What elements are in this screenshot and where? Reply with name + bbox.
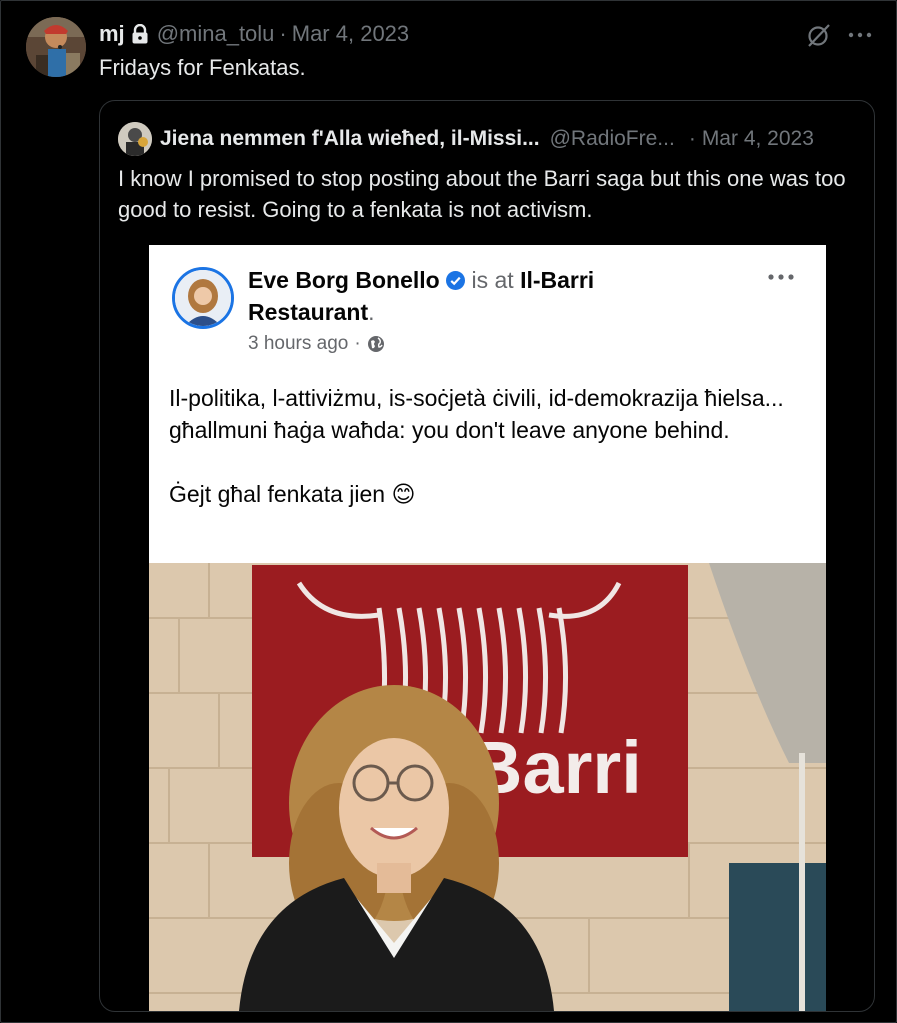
smiling-emoji: 😊 [391, 481, 416, 507]
fb-post-paragraph-1: Il-politika, l-attiviżmu, is-soċjetà ċiv… [169, 385, 784, 443]
quoted-date[interactable]: Mar 4, 2023 [702, 127, 814, 151]
fb-post-meta: 3 hours ago · [248, 333, 385, 355]
quoted-author-handle[interactable]: @RadioFre... [550, 127, 675, 151]
quoted-text: I know I promised to stop posting about … [118, 166, 846, 222]
facebook-post-screenshot: Eve Borg Bonello is at Il-Barri Restaura… [149, 245, 826, 563]
tweet-header: mj @mina_tolu · Mar 4, 2023 [99, 18, 409, 50]
fb-time: 3 hours ago [248, 333, 349, 354]
verified-icon [446, 267, 466, 297]
lock-icon [131, 24, 149, 44]
header-separator: · [279, 21, 287, 46]
grok-icon[interactable] [806, 22, 832, 48]
fb-post-paragraph-2: Ġejt għal fenkata jien 😊 [169, 478, 809, 510]
author-name[interactable]: mj [99, 21, 125, 47]
fb-more-icon [765, 269, 797, 285]
fb-post-line: Ġejt għal fenkata jien [169, 481, 386, 507]
fb-author-avatar [172, 267, 234, 329]
fb-post-body: Il-politika, l-attiviżmu, is-soċjetà ċiv… [169, 382, 809, 510]
fb-author-name: Eve Borg Bonello [248, 267, 440, 293]
quoted-author-avatar[interactable] [118, 122, 152, 156]
quoted-tweet[interactable]: Jiena nemmen f'Alla wieħed, il-Missi... … [99, 100, 875, 1012]
restaurant-photo: Barri [149, 563, 826, 1011]
more-icon[interactable] [847, 22, 873, 48]
fb-post-header: Eve Borg Bonello is at Il-Barri Restaura… [248, 265, 698, 327]
fb-is-at: is at [471, 267, 514, 293]
fb-time-separator: · [354, 333, 361, 354]
globe-icon [367, 335, 385, 353]
fb-period: . [368, 299, 375, 325]
tweet-text: Fridays for Fenkatas. [99, 55, 306, 80]
quoted-separator: · [688, 127, 696, 150]
author-handle[interactable]: @mina_tolu [157, 21, 275, 47]
quoted-author-name[interactable]: Jiena nemmen f'Alla wieħed, il-Missi... [160, 127, 540, 151]
author-avatar[interactable] [26, 17, 86, 77]
quoted-header: Jiena nemmen f'Alla wieħed, il-Missi... … [160, 122, 814, 156]
tweet-date[interactable]: Mar 4, 2023 [292, 21, 409, 47]
